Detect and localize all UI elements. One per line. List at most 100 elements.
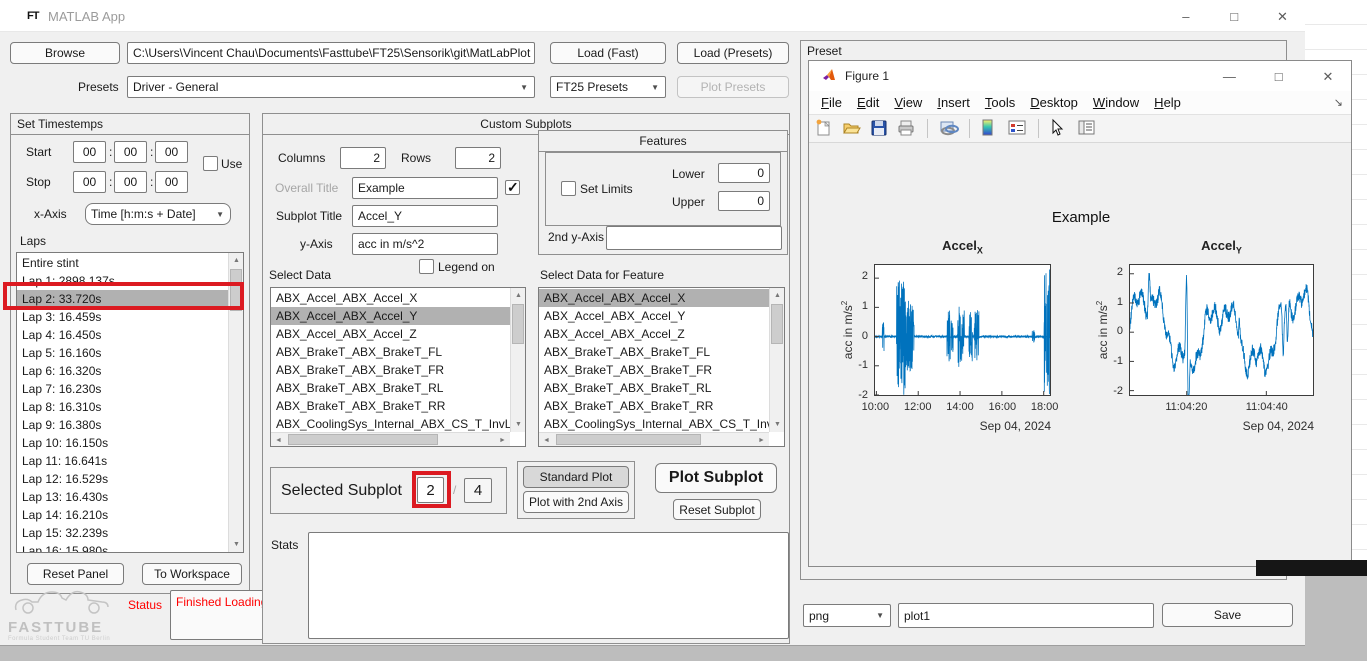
scroll-left-icon[interactable]: ◄ bbox=[271, 433, 286, 447]
start-hour-field[interactable]: 00 bbox=[73, 141, 106, 163]
legend-icon[interactable] bbox=[1008, 118, 1028, 138]
dock-arrow-icon[interactable]: ↘ bbox=[1334, 96, 1343, 109]
scroll-up-icon[interactable]: ▲ bbox=[229, 253, 244, 268]
to-workspace-button[interactable]: To Workspace bbox=[142, 563, 242, 585]
start-second-field[interactable]: 00 bbox=[155, 141, 188, 163]
y-axis-field[interactable]: acc in m/s^2 bbox=[352, 233, 498, 255]
data-scrollbar-v[interactable]: ▲ ▼ bbox=[510, 288, 525, 432]
plot-presets-button[interactable]: Plot Presets bbox=[677, 76, 789, 98]
list-item[interactable]: ABX_Accel_ABX_Accel_Z bbox=[271, 325, 510, 343]
stop-hour-field[interactable]: 00 bbox=[73, 171, 106, 193]
second-y-axis-field[interactable] bbox=[606, 226, 782, 250]
feature-data-listbox[interactable]: ABX_Accel_ABX_Accel_XABX_Accel_ABX_Accel… bbox=[538, 287, 785, 447]
data-scrollbar-h[interactable]: ◄ ► bbox=[271, 432, 510, 446]
list-item[interactable]: ABX_BrakeT_ABX_BrakeT_FL bbox=[539, 343, 769, 361]
ft25-presets-dropdown[interactable]: FT25 Presets▼ bbox=[550, 76, 666, 98]
pointer-icon[interactable] bbox=[1049, 118, 1069, 138]
list-item[interactable]: Lap 7: 16.230s bbox=[17, 380, 228, 398]
print-icon[interactable] bbox=[897, 118, 917, 138]
scroll-down-icon[interactable]: ▼ bbox=[511, 417, 526, 432]
link-plot-icon[interactable] bbox=[939, 118, 959, 138]
menu-view[interactable]: View bbox=[894, 95, 922, 110]
list-item[interactable]: Lap 13: 16.430s bbox=[17, 488, 228, 506]
reset-subplot-button[interactable]: Reset Subplot bbox=[673, 499, 761, 520]
menu-desktop[interactable]: Desktop bbox=[1030, 95, 1078, 110]
use-checkbox[interactable] bbox=[203, 156, 218, 171]
laps-listbox[interactable]: Entire stintLap 1: 2898.137sLap 2: 33.72… bbox=[16, 252, 244, 553]
feature-scrollbar-v[interactable]: ▲ ▼ bbox=[769, 288, 784, 432]
columns-field[interactable]: 2 bbox=[340, 147, 386, 169]
list-item[interactable]: Lap 1: 2898.137s bbox=[17, 272, 228, 290]
list-item[interactable]: ABX_BrakeT_ABX_BrakeT_RL bbox=[271, 379, 510, 397]
list-item[interactable]: Lap 15: 32.239s bbox=[17, 524, 228, 542]
upper-field[interactable]: 0 bbox=[718, 191, 770, 211]
list-item[interactable]: ABX_CoolingSys_Internal_ABX_CS_T_InvL bbox=[539, 415, 769, 432]
feature-scrollbar-h[interactable]: ◄ ► bbox=[539, 432, 769, 446]
list-item[interactable]: Lap 16: 15.980s bbox=[17, 542, 228, 552]
list-item[interactable]: Lap 3: 16.459s bbox=[17, 308, 228, 326]
plot-with-2nd-axis-button[interactable]: Plot with 2nd Axis bbox=[523, 491, 629, 513]
list-item[interactable]: ABX_BrakeT_ABX_BrakeT_RR bbox=[539, 397, 769, 415]
reset-panel-button[interactable]: Reset Panel bbox=[27, 563, 124, 585]
scroll-thumb[interactable] bbox=[288, 434, 438, 445]
list-item[interactable]: Lap 9: 16.380s bbox=[17, 416, 228, 434]
colormap-icon[interactable] bbox=[980, 118, 1000, 138]
menu-insert[interactable]: Insert bbox=[937, 95, 970, 110]
scroll-down-icon[interactable]: ▼ bbox=[229, 537, 244, 552]
format-dropdown[interactable]: png▼ bbox=[803, 604, 891, 627]
menu-help[interactable]: Help bbox=[1154, 95, 1181, 110]
overall-title-checkbox[interactable] bbox=[505, 180, 520, 195]
open-file-icon[interactable] bbox=[842, 118, 862, 138]
save-icon[interactable] bbox=[870, 118, 890, 138]
list-item[interactable]: ABX_BrakeT_ABX_BrakeT_RR bbox=[271, 397, 510, 415]
laps-scrollbar[interactable]: ▲ ▼ bbox=[228, 253, 243, 552]
load-presets-button[interactable]: Load (Presets) bbox=[677, 42, 789, 64]
list-item[interactable]: ABX_BrakeT_ABX_BrakeT_FL bbox=[271, 343, 510, 361]
figure-close-button[interactable]: ✕ bbox=[1305, 62, 1351, 92]
x-axis-dropdown[interactable]: Time [h:m:s + Date]▼ bbox=[85, 203, 231, 225]
scroll-down-icon[interactable]: ▼ bbox=[770, 417, 785, 432]
browse-button[interactable]: Browse bbox=[10, 42, 120, 64]
list-item[interactable]: Lap 6: 16.320s bbox=[17, 362, 228, 380]
figure-minimize-button[interactable]: — bbox=[1206, 61, 1252, 91]
property-editor-icon[interactable] bbox=[1077, 118, 1097, 138]
standard-plot-button[interactable]: Standard Plot bbox=[523, 466, 629, 488]
list-item[interactable]: ABX_Accel_ABX_Accel_X bbox=[539, 289, 769, 307]
stats-textarea[interactable] bbox=[308, 532, 789, 639]
scroll-up-icon[interactable]: ▲ bbox=[770, 288, 785, 303]
list-item[interactable]: ABX_Accel_ABX_Accel_X bbox=[271, 289, 510, 307]
scroll-left-icon[interactable]: ◄ bbox=[539, 433, 554, 447]
overall-title-field[interactable]: Example bbox=[352, 177, 498, 199]
figure-titlebar[interactable]: Figure 1 — □ ✕ bbox=[809, 61, 1351, 91]
filename-field[interactable]: plot1 bbox=[898, 603, 1154, 628]
list-item[interactable]: Lap 14: 16.210s bbox=[17, 506, 228, 524]
list-item[interactable]: ABX_Accel_ABX_Accel_Y bbox=[271, 307, 510, 325]
list-item[interactable]: Entire stint bbox=[17, 254, 228, 272]
selected-subplot-current[interactable]: 2 bbox=[417, 477, 444, 503]
list-item[interactable]: Lap 5: 16.160s bbox=[17, 344, 228, 362]
list-item[interactable]: ABX_BrakeT_ABX_BrakeT_RL bbox=[539, 379, 769, 397]
menu-tools[interactable]: Tools bbox=[985, 95, 1015, 110]
select-data-listbox[interactable]: ABX_Accel_ABX_Accel_XABX_Accel_ABX_Accel… bbox=[270, 287, 526, 447]
list-item[interactable]: ABX_BrakeT_ABX_BrakeT_FR bbox=[539, 361, 769, 379]
scroll-thumb[interactable] bbox=[556, 434, 701, 445]
file-path-input[interactable]: C:\Users\Vincent Chau\Documents\Fasttube… bbox=[127, 42, 535, 64]
list-item[interactable]: ABX_Accel_ABX_Accel_Z bbox=[539, 325, 769, 343]
list-item[interactable]: Lap 8: 16.310s bbox=[17, 398, 228, 416]
scroll-thumb[interactable] bbox=[230, 269, 242, 311]
subplot-title-field[interactable]: Accel_Y bbox=[352, 205, 498, 227]
legend-on-checkbox[interactable] bbox=[419, 259, 434, 274]
list-item[interactable]: ABX_BrakeT_ABX_BrakeT_FR bbox=[271, 361, 510, 379]
scroll-thumb[interactable] bbox=[512, 304, 524, 344]
start-minute-field[interactable]: 00 bbox=[114, 141, 147, 163]
stop-minute-field[interactable]: 00 bbox=[114, 171, 147, 193]
scroll-right-icon[interactable]: ► bbox=[495, 433, 510, 447]
rows-field[interactable]: 2 bbox=[455, 147, 501, 169]
set-limits-checkbox[interactable] bbox=[561, 181, 576, 196]
list-item[interactable]: Lap 11: 16.641s bbox=[17, 452, 228, 470]
list-item[interactable]: ABX_Accel_ABX_Accel_Y bbox=[539, 307, 769, 325]
list-item[interactable]: Lap 2: 33.720s bbox=[17, 290, 228, 308]
menu-edit[interactable]: Edit bbox=[857, 95, 879, 110]
scroll-up-icon[interactable]: ▲ bbox=[511, 288, 526, 303]
plot-subplot-button[interactable]: Plot Subplot bbox=[655, 463, 777, 493]
